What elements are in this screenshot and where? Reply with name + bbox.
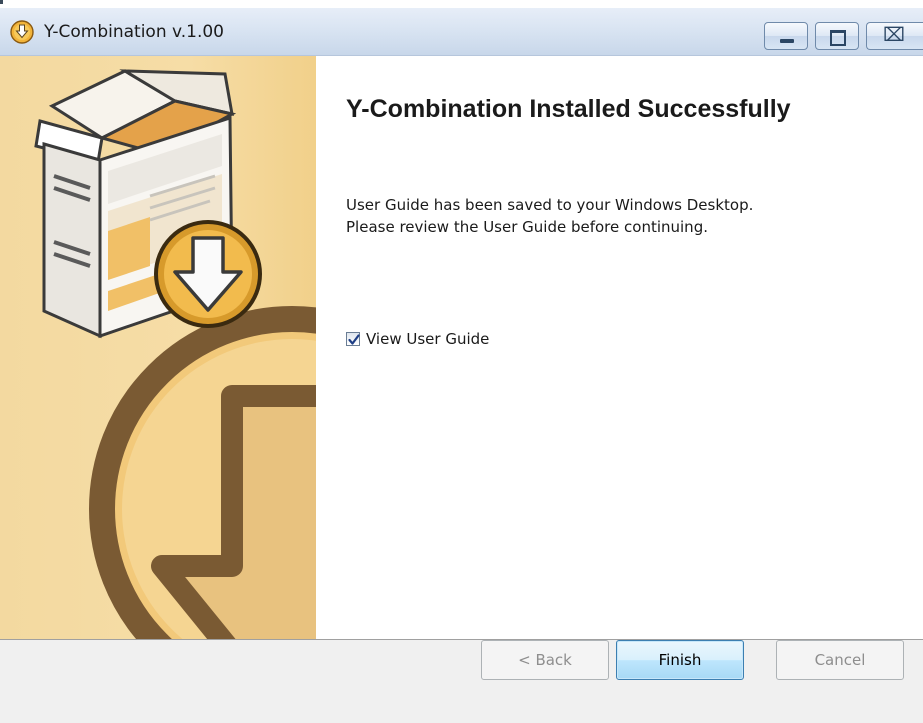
page-title: Y-Combination Installed Successfully [346,95,791,123]
close-icon: ⌧ [883,24,905,46]
download-badge-icon [154,220,262,328]
checkmark-icon [348,334,360,345]
cancel-button[interactable]: Cancel [776,640,904,680]
minimize-icon [780,39,794,43]
minimize-button[interactable] [764,22,808,50]
view-user-guide-label[interactable]: View User Guide [366,330,489,348]
finish-button[interactable]: Finish [616,640,744,680]
message-line: User Guide has been saved to your Window… [346,196,754,214]
installer-side-graphic [0,56,316,639]
back-button[interactable]: < Back [481,640,609,680]
title-bar[interactable]: Y-Combination v.1.00 ⌧ [0,8,923,56]
installer-download-icon [10,20,34,44]
software-box-download-illustration [34,69,316,639]
close-button[interactable]: ⌧ [866,22,923,50]
maximize-icon [830,30,846,46]
completion-message: User Guide has been saved to your Window… [346,194,906,238]
window-corner [0,0,3,4]
window-title: Y-Combination v.1.00 [44,22,225,42]
maximize-button[interactable] [815,22,859,50]
message-line: Please review the User Guide before cont… [346,218,708,236]
view-user-guide-checkbox[interactable] [346,332,360,346]
